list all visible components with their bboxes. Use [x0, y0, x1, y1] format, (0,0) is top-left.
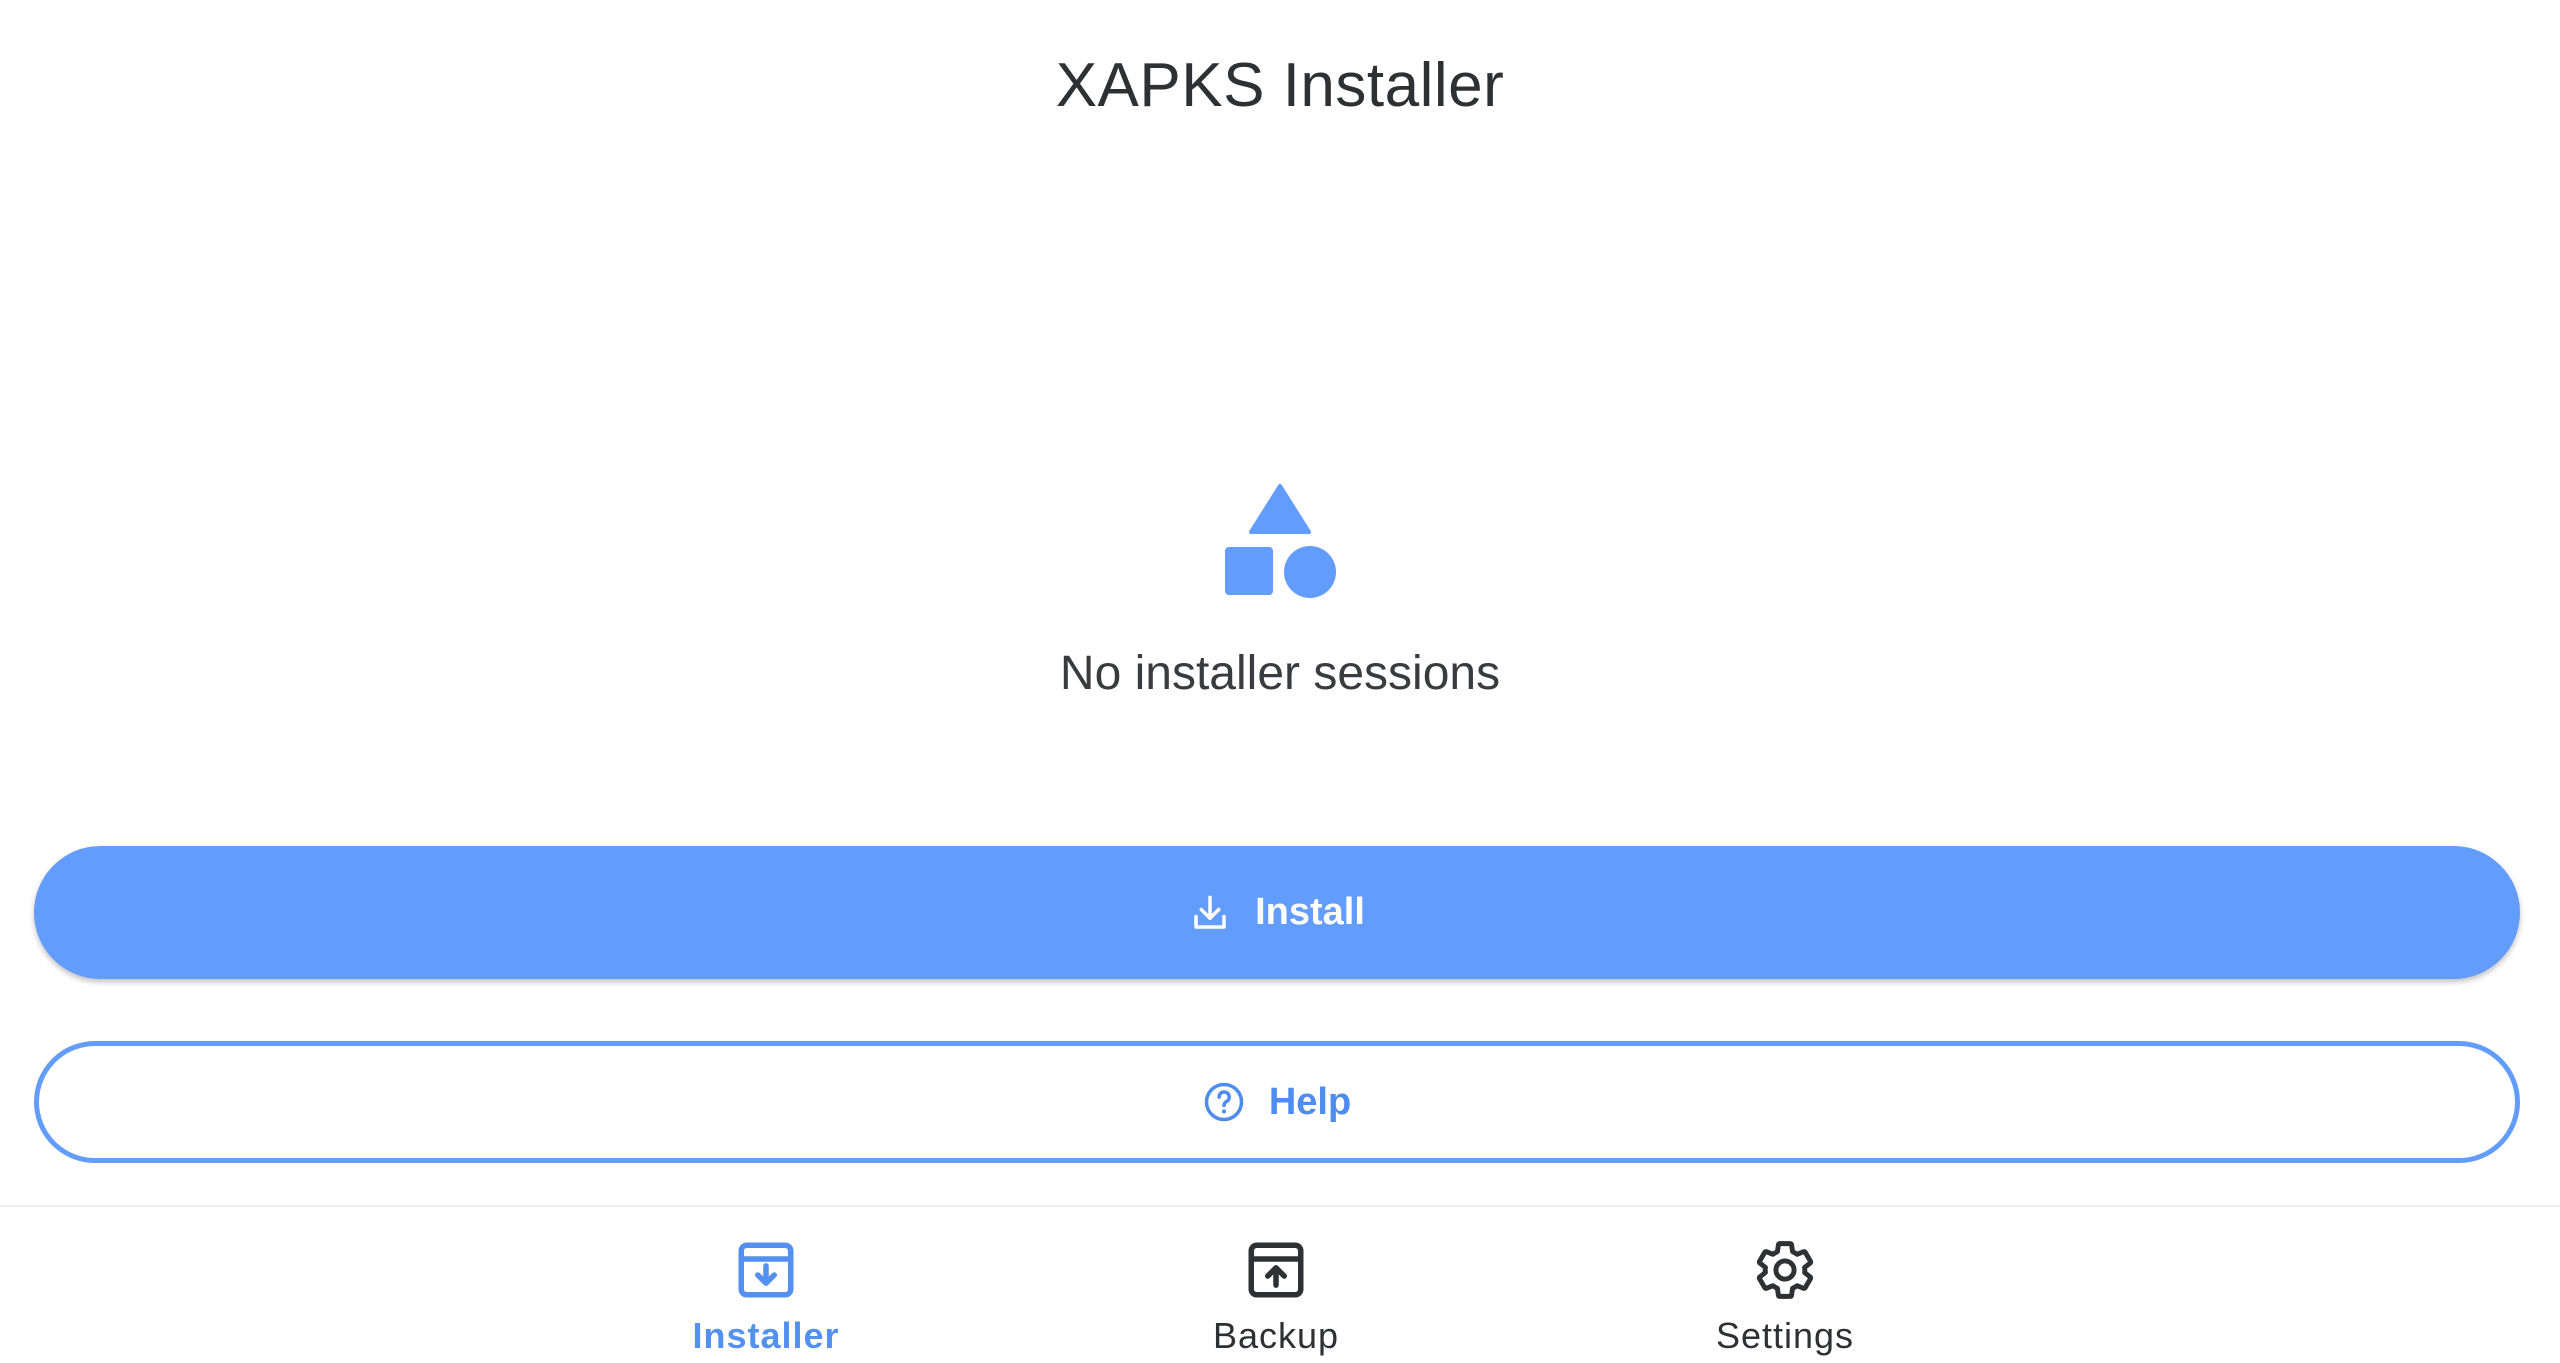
top-app-bar: XAPKS Installer — [0, 0, 2560, 170]
nav-label-backup: Backup — [1212, 1315, 1340, 1356]
help-button-label: Help — [1268, 1080, 1352, 1123]
nav-label-settings: Settings — [1715, 1315, 1855, 1356]
empty-state-message: No installer sessions — [1059, 647, 1501, 700]
help-button[interactable]: Help — [34, 1041, 2520, 1163]
bottom-navigation: Installer Backup Settings — [0, 1207, 2560, 1363]
archive-upload-icon — [1248, 1242, 1304, 1298]
shapes-icon — [1225, 484, 1336, 598]
nav-item-backup[interactable]: Backup — [1126, 1207, 1426, 1363]
download-icon — [1194, 895, 1226, 929]
archive-download-icon — [738, 1242, 794, 1298]
nav-item-settings[interactable]: Settings — [1635, 1207, 1935, 1363]
app-title: XAPKS Installer — [1055, 50, 1505, 120]
empty-state: No installer sessions — [0, 470, 2560, 701]
install-button-label: Install — [1255, 891, 1365, 933]
install-button[interactable]: Install — [34, 846, 2520, 979]
nav-label-installer: Installer — [692, 1315, 840, 1356]
app-window: XAPKS Installer No installer sessions In… — [0, 0, 2560, 1363]
gear-icon — [1756, 1241, 1814, 1299]
nav-item-installer[interactable]: Installer — [616, 1207, 916, 1363]
help-circle-icon — [1204, 1082, 1244, 1122]
